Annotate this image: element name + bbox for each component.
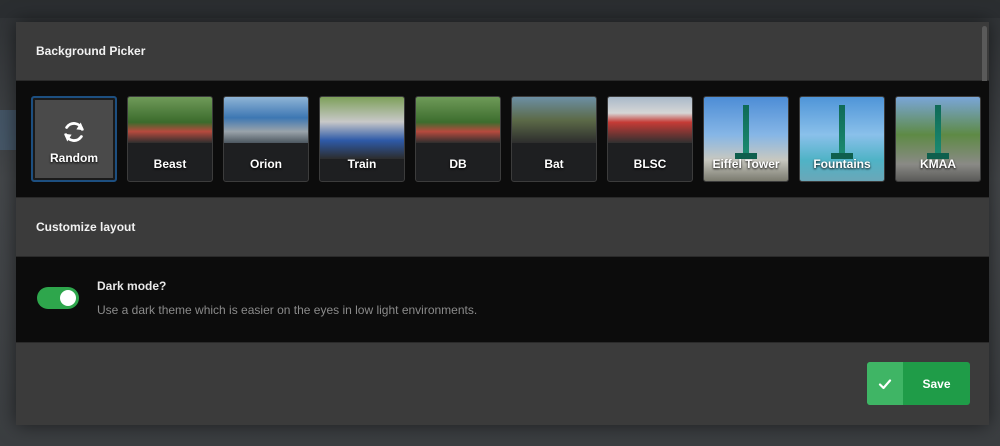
background-picker-header: Background Picker [16, 22, 989, 81]
orion-thumbnail [224, 97, 308, 143]
background-tile-orion[interactable]: Orion [223, 96, 309, 182]
background-tile-train[interactable]: Train [319, 96, 405, 182]
backdrop-left-element [0, 110, 16, 150]
background-tile-label: Train [347, 157, 377, 171]
settings-modal: Background Picker Random Beast Orion Tra… [16, 22, 989, 425]
background-tile-blsc[interactable]: BLSC [607, 96, 693, 182]
background-tile-kmaa[interactable]: KMAA [895, 96, 981, 182]
background-tile-label: Bat [544, 157, 564, 171]
save-icon-box [867, 362, 903, 405]
dark-mode-title: Dark mode? [97, 279, 167, 293]
background-tile-label: Random [50, 151, 98, 165]
background-tile-db[interactable]: DB [415, 96, 501, 182]
dark-mode-description: Use a dark theme which is easier on the … [97, 303, 478, 317]
background-picker-title: Background Picker [36, 44, 146, 58]
dark-mode-setting: Dark mode? Use a dark theme which is eas… [16, 257, 989, 343]
refresh-icon [64, 122, 84, 142]
check-icon [878, 378, 892, 389]
dark-mode-toggle[interactable] [37, 287, 79, 309]
bat-thumbnail [512, 97, 596, 143]
toggle-knob [60, 290, 76, 306]
blsc-thumbnail [608, 97, 692, 143]
save-button[interactable]: Save [867, 362, 970, 405]
beast-thumbnail [128, 97, 212, 143]
db-thumbnail [416, 97, 500, 143]
background-tile-bat[interactable]: Bat [511, 96, 597, 182]
modal-footer: Save [16, 343, 989, 425]
background-tile-eiffel-tower[interactable]: Eiffel Tower [703, 96, 789, 182]
customize-layout-header: Customize layout [16, 198, 989, 257]
save-label: Save [922, 376, 951, 391]
background-tile-random[interactable]: Random [31, 96, 117, 182]
background-tile-label: Fountains [813, 157, 871, 171]
train-thumbnail [320, 97, 404, 159]
background-tile-label: BLSC [633, 157, 667, 171]
background-tile-label: Orion [250, 157, 282, 171]
background-tile-beast[interactable]: Beast [127, 96, 213, 182]
customize-layout-title: Customize layout [36, 220, 136, 234]
background-tile-label: KMAA [920, 157, 956, 171]
background-tile-label: Eiffel Tower [712, 157, 780, 171]
background-picker-strip[interactable]: Random Beast Orion Train DB Bat BLSC Eif… [16, 81, 989, 198]
background-tile-label: DB [449, 157, 467, 171]
background-tile-fountains[interactable]: Fountains [799, 96, 885, 182]
background-tile-label: Beast [153, 157, 187, 171]
backdrop-top-bar [0, 0, 1000, 18]
